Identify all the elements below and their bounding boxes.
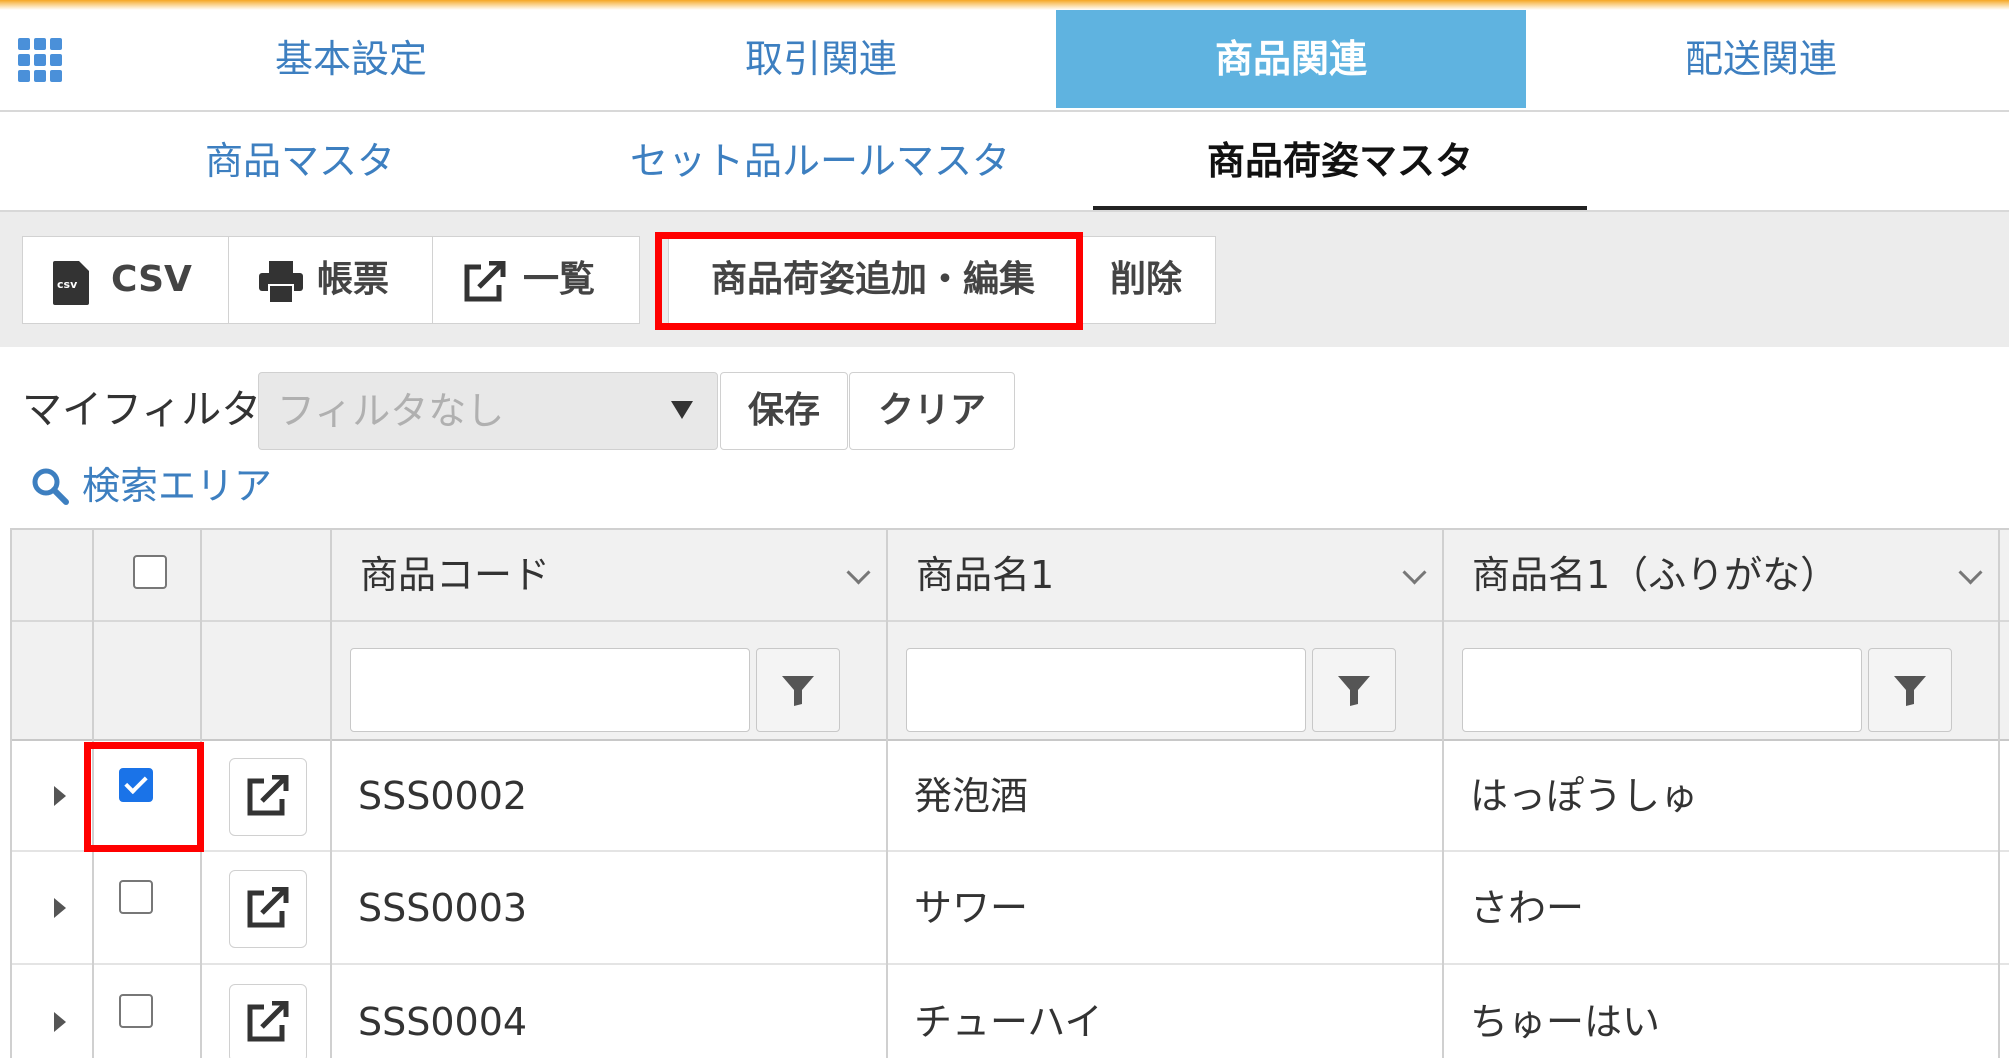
filter-select-value: フィルタなし — [277, 389, 505, 433]
apps-grid-icon[interactable] — [18, 38, 68, 88]
subtab-product-master[interactable]: 商品マスタ — [120, 112, 480, 210]
column-header-product-name[interactable]: 商品名1 — [916, 530, 1054, 620]
filter-button-product-name[interactable] — [1312, 648, 1396, 732]
csv-button[interactable]: csv CSV — [22, 236, 230, 324]
col-divider — [330, 530, 332, 1058]
external-link-icon — [247, 887, 289, 928]
csv-label: CSV — [111, 259, 192, 300]
filter-button-furigana[interactable] — [1868, 648, 1952, 732]
highlight-box-add-edit — [655, 232, 1083, 330]
row-open-button[interactable] — [229, 870, 307, 948]
search-area-label: 検索エリア — [82, 464, 273, 508]
row-open-button[interactable] — [229, 984, 307, 1058]
cell-product-name: サワー — [914, 886, 1029, 930]
row-expand-icon[interactable] — [54, 1012, 66, 1032]
filter-save-button[interactable]: 保存 — [720, 372, 848, 450]
cell-product-name: チューハイ — [914, 1000, 1103, 1044]
list-button[interactable]: 一覧 — [432, 236, 640, 324]
printer-icon — [259, 261, 303, 303]
col-divider — [1442, 530, 1444, 1058]
row-checkbox[interactable] — [119, 880, 153, 914]
funnel-icon — [1338, 676, 1370, 706]
my-filter-label: マイフィルタ — [22, 387, 262, 433]
column-header-furigana[interactable]: 商品名1（ふりがな） — [1472, 530, 1838, 620]
filter-input-product-code[interactable] — [350, 648, 750, 732]
header-bottom-divider — [12, 739, 2009, 741]
column-header-product-code[interactable]: 商品コード — [360, 530, 550, 620]
funnel-icon — [1894, 676, 1926, 706]
filter-clear-button[interactable]: クリア — [849, 372, 1015, 450]
cell-furigana: はっぽうしゅ — [1470, 774, 1699, 818]
external-link-icon — [247, 1001, 289, 1042]
list-label: 一覧 — [523, 259, 596, 300]
filter-select[interactable]: フィルタなし — [258, 372, 718, 450]
cell-product-code: SSS0002 — [358, 774, 528, 818]
row-expand-icon[interactable] — [54, 786, 66, 806]
external-link-icon — [464, 261, 506, 302]
csv-file-icon: csv — [53, 261, 89, 305]
delete-button[interactable]: 削除 — [1076, 236, 1216, 324]
row-expand-icon[interactable] — [54, 898, 66, 918]
external-link-icon — [247, 775, 289, 816]
toolbar: csv CSV 帳票 一覧 商品荷姿追加・編集 削除 — [0, 212, 2009, 347]
cell-product-code: SSS0003 — [358, 886, 528, 930]
csv-icon-text: csv — [57, 278, 78, 291]
row-divider — [12, 963, 2009, 965]
cell-product-code: SSS0004 — [358, 1000, 528, 1044]
main-tab-bar: 基本設定 取引関連 商品関連 配送関連 — [0, 10, 2009, 112]
sub-tab-bar: 商品マスタ セット品ルールマスタ 商品荷姿マスタ — [0, 112, 2009, 212]
row-open-button[interactable] — [229, 758, 307, 836]
select-all-checkbox[interactable] — [133, 555, 167, 589]
filter-input-product-name[interactable] — [906, 648, 1306, 732]
search-icon — [32, 468, 69, 505]
col-divider — [886, 530, 888, 1058]
tab-delivery[interactable]: 配送関連 — [1526, 10, 1996, 108]
cell-furigana: ちゅーはい — [1470, 1000, 1661, 1044]
subtab-set-rule-master[interactable]: セット品ルールマスタ — [580, 112, 1060, 210]
tab-products[interactable]: 商品関連 — [1056, 10, 1526, 108]
col-divider — [1998, 530, 2000, 1058]
subtab-packing-master[interactable]: 商品荷姿マスタ — [1093, 112, 1587, 210]
dropdown-caret-icon — [671, 401, 693, 419]
tab-transactions[interactable]: 取引関連 — [586, 10, 1056, 108]
top-accent-bar — [0, 0, 2009, 10]
tab-basic-settings[interactable]: 基本設定 — [116, 10, 586, 108]
filter-button-product-code[interactable] — [756, 648, 840, 732]
highlight-box-checkbox — [84, 742, 204, 852]
row-checkbox[interactable] — [119, 994, 153, 1028]
funnel-icon — [782, 676, 814, 706]
filter-input-furigana[interactable] — [1462, 648, 1862, 732]
row-divider — [12, 850, 2009, 852]
header-divider — [12, 620, 2009, 622]
cell-furigana: さわー — [1470, 886, 1585, 930]
report-label: 帳票 — [317, 259, 390, 300]
data-grid: 商品コード 商品名1 商品名1（ふりがな） SSS0002 発泡酒 はっぽうしゅ… — [10, 528, 2009, 1058]
report-button[interactable]: 帳票 — [228, 236, 434, 324]
cell-product-name: 発泡酒 — [914, 774, 1029, 818]
